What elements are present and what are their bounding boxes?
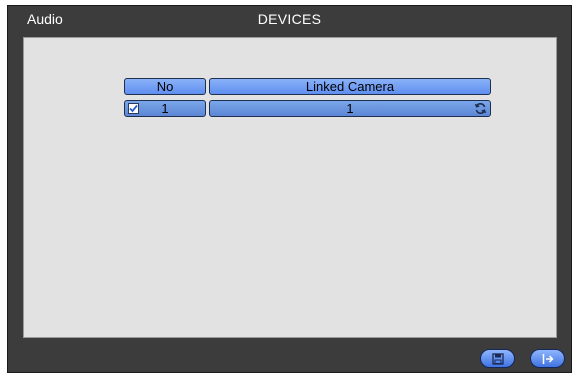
column-header-no: No: [124, 78, 206, 95]
exit-button[interactable]: [530, 349, 565, 368]
save-icon: [492, 353, 504, 365]
linked-camera-value: 1: [346, 101, 354, 116]
refresh-icon[interactable]: [474, 102, 487, 115]
window-title: DEVICES: [257, 11, 322, 27]
row-no-cell: 1: [124, 100, 206, 117]
save-button[interactable]: [480, 349, 515, 368]
content-panel: No Linked Camera 1 1: [23, 37, 557, 338]
linked-camera-select[interactable]: 1: [209, 100, 491, 117]
column-header-linked-camera: Linked Camera: [209, 78, 491, 95]
row-checkbox[interactable]: [128, 103, 139, 114]
exit-icon: [542, 354, 554, 364]
checkmark-icon: [129, 104, 138, 113]
title-bar: Audio DEVICES: [8, 6, 571, 31]
devices-window: Audio DEVICES No Linked Camera 1 1: [7, 5, 572, 373]
